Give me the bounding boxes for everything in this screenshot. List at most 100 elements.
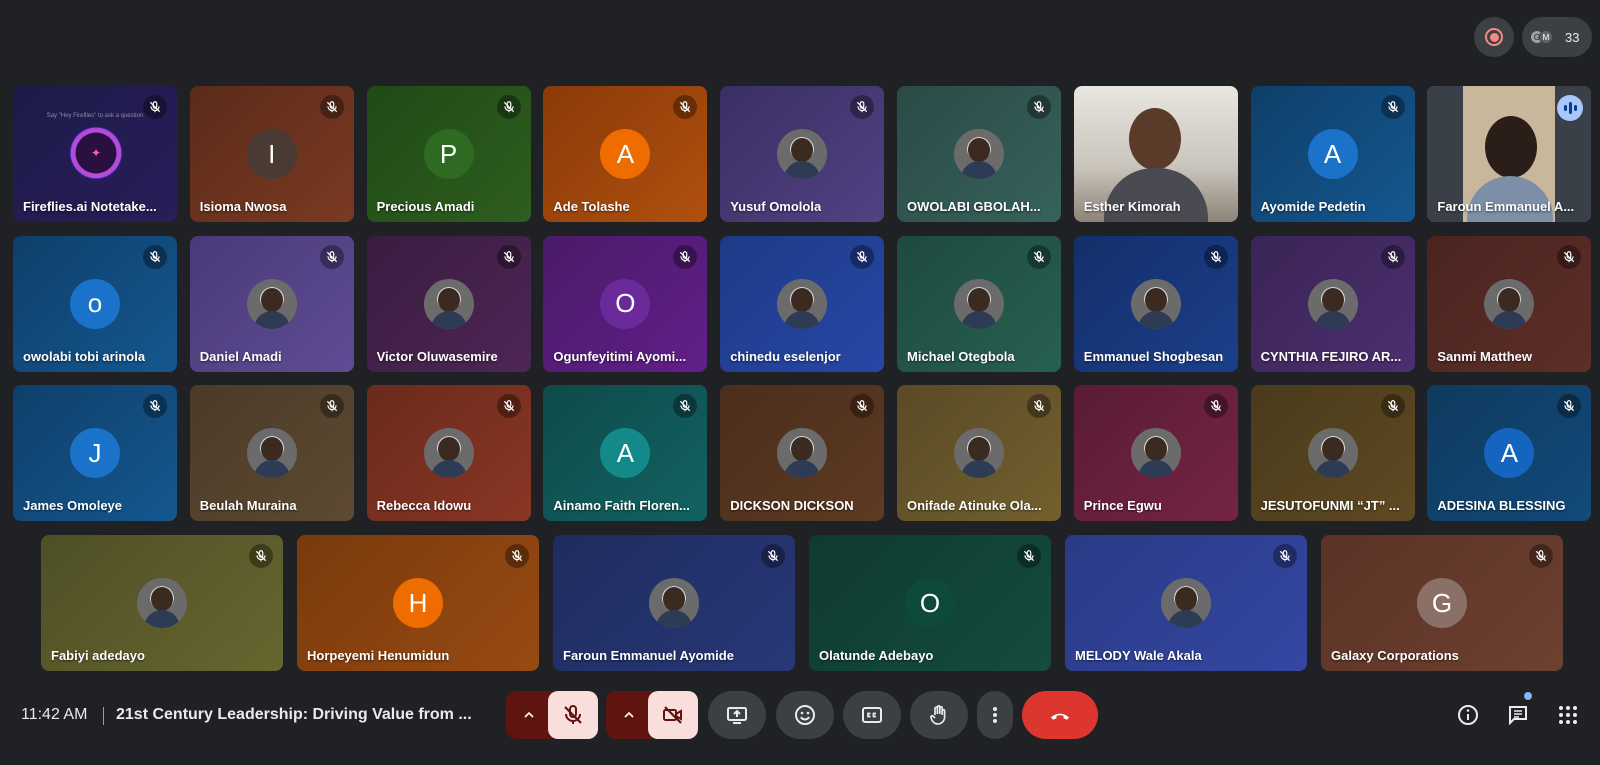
participant-tile[interactable]: Daniel Amadi	[189, 235, 354, 372]
leave-call-button[interactable]	[1022, 691, 1098, 739]
mic-muted-icon	[850, 244, 875, 269]
participant-tile[interactable]: P Precious Amadi	[366, 86, 531, 222]
participant-tile[interactable]: I Isioma Nwosa	[189, 86, 354, 222]
reactions-button[interactable]	[776, 691, 834, 739]
participant-tile[interactable]: o owolabi tobi arinola	[13, 235, 177, 372]
hand-icon	[930, 705, 946, 725]
mic-muted-icon	[1557, 244, 1582, 269]
participant-tile[interactable]: J James Omoleye	[13, 385, 177, 521]
mic-muted-icon	[1380, 244, 1405, 269]
avatar-initial: A	[1307, 129, 1358, 179]
participant-tile[interactable]: Onifade Atinuke Ola...	[897, 385, 1061, 521]
raise-hand-button[interactable]	[910, 691, 968, 739]
avatar-photo	[777, 278, 828, 329]
mic-muted-icon	[505, 544, 529, 568]
participant-tile[interactable]: A Ade Tolashe	[543, 86, 708, 222]
mic-muted-icon	[319, 95, 344, 119]
avatar-photo	[1484, 278, 1535, 329]
participant-name: Beulah Muraina	[199, 498, 297, 513]
participant-tile[interactable]: O Olatunde Adebayo	[809, 535, 1051, 671]
participant-name: Daniel Amadi	[199, 348, 282, 364]
mic-toggle-button[interactable]	[548, 691, 598, 739]
avatar-initial: J	[70, 428, 120, 478]
participant-tile[interactable]: G Galaxy Corporations	[1321, 535, 1563, 671]
mic-muted-icon	[1380, 394, 1405, 418]
participant-tile[interactable]: Say "Hey Fireflies" to ask a question ✦ Fi…	[13, 86, 177, 222]
avatar-photo	[1130, 278, 1181, 329]
avatar-photo	[1307, 428, 1358, 478]
more-options-button[interactable]	[977, 691, 1013, 739]
present-screen-icon	[727, 707, 747, 724]
divider	[103, 707, 104, 725]
participant-tile[interactable]: A ADESINA BLESSING	[1427, 385, 1592, 521]
meeting-title: 21st Century Leadership: Driving Value f…	[116, 706, 472, 723]
participant-tile[interactable]: Faroun Emmanuel A...	[1427, 86, 1592, 222]
avatar-initial: I	[246, 129, 297, 179]
participant-name: Olatunde Adebayo	[819, 648, 934, 663]
info-icon[interactable]	[1456, 703, 1480, 727]
mic-options-button[interactable]	[506, 691, 552, 739]
participant-tile[interactable]: DICKSON DICKSON	[720, 385, 885, 521]
participant-name: DICKSON DICKSON	[730, 498, 854, 513]
chat-icon[interactable]	[1506, 703, 1530, 727]
participant-tile[interactable]: OWOLABI GBOLAH...	[897, 86, 1061, 222]
participant-tile[interactable]: O Ogunfeyitimi Ayomi...	[543, 235, 708, 372]
meeting-clock: 11:42 AM	[21, 706, 88, 723]
camera-options-button[interactable]	[606, 691, 652, 739]
avatar-photo	[423, 428, 474, 478]
participant-tile[interactable]: JESUTOFUNMI “JT” ...	[1250, 385, 1415, 521]
mic-muted-icon	[1027, 95, 1051, 119]
avatar-photo	[1130, 428, 1181, 478]
participant-name: JESUTOFUNMI “JT” ...	[1260, 498, 1400, 513]
participant-tile[interactable]: Sanmi Matthew	[1427, 235, 1592, 372]
mic-muted-icon	[496, 95, 521, 119]
participant-tile[interactable]: A Ainamo Faith Floren...	[543, 385, 708, 521]
participant-tile[interactable]: A Ayomide Pedetin	[1250, 86, 1415, 222]
participant-tile[interactable]: Michael Otegbola	[897, 235, 1061, 372]
avatar-initial: A	[600, 129, 651, 179]
participant-tile[interactable]: CYNTHIA FEJIRO AR...	[1250, 235, 1415, 372]
participant-tile[interactable]: Yusuf Omolola	[720, 86, 885, 222]
mic-muted-icon	[761, 544, 785, 568]
mic-muted-icon	[496, 244, 521, 269]
participant-tile[interactable]: Beulah Muraina	[189, 385, 354, 521]
apps-grid-icon[interactable]	[1556, 703, 1580, 727]
camera-toggle-button[interactable]	[648, 691, 698, 739]
participant-tile[interactable]: Prince Egwu	[1073, 385, 1238, 521]
present-button[interactable]	[708, 691, 766, 739]
participant-name: Isioma Nwosa	[199, 199, 287, 214]
avatar-photo	[954, 428, 1004, 478]
participant-name: MELODY Wale Akala	[1075, 648, 1202, 663]
participant-tile[interactable]: Esther Kimorah	[1073, 86, 1238, 222]
avatar-photo	[649, 578, 699, 628]
participant-tile[interactable]: chinedu eselenjor	[720, 235, 885, 372]
mic-muted-icon	[1203, 244, 1228, 269]
participant-name: Victor Oluwasemire	[376, 348, 498, 364]
avatar-initial: A	[600, 428, 651, 478]
participant-name: CYNTHIA FEJIRO AR...	[1260, 348, 1402, 364]
participant-tile[interactable]: Emmanuel Shogbesan	[1073, 235, 1238, 372]
participant-tile[interactable]: MELODY Wale Akala	[1065, 535, 1307, 671]
participant-name: Esther Kimorah	[1083, 199, 1181, 214]
participant-name: James Omoleye	[23, 498, 123, 513]
captions-icon	[862, 707, 882, 723]
avatar-initial: O	[905, 578, 955, 628]
mic-muted-icon	[249, 544, 273, 568]
avatar-photo	[423, 278, 474, 329]
participant-tile[interactable]: Victor Oluwasemire	[366, 235, 531, 372]
captions-button[interactable]	[843, 691, 901, 739]
participant-name: Fabiyi adedayo	[51, 648, 145, 663]
avatar-photo	[1161, 578, 1211, 628]
call-end-icon	[1051, 713, 1069, 720]
participant-name: Sanmi Matthew	[1437, 348, 1533, 364]
avatar-photo	[777, 428, 828, 478]
avatar-photo	[777, 129, 828, 179]
participant-name: Rebecca Idowu	[376, 498, 472, 513]
participant-tile[interactable]: Rebecca Idowu	[366, 385, 531, 521]
mic-muted-icon	[1017, 544, 1041, 568]
participant-name: Ogunfeyitimi Ayomi...	[553, 348, 687, 364]
participant-tile[interactable]: Fabiyi adedayo	[41, 535, 283, 671]
participant-tile[interactable]: Faroun Emmanuel Ayomide	[553, 535, 795, 671]
participant-name: chinedu eselenjor	[730, 348, 841, 364]
participant-tile[interactable]: H Horpeyemi Henumidun	[297, 535, 539, 671]
